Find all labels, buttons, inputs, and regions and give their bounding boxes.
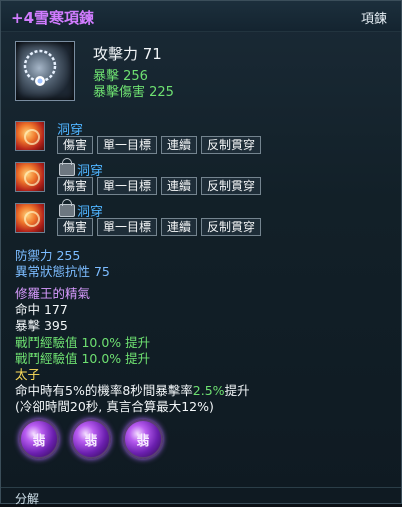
tag-damage: 傷害 xyxy=(57,218,94,236)
tag-counter-pierce: 反制貫穿 xyxy=(201,218,262,236)
socket-row-3: 洞穿 傷害 單一目標 連續 反制貫穿 xyxy=(15,199,275,237)
tag-counter-pierce: 反制貫穿 xyxy=(201,177,262,195)
tag-continuous: 連續 xyxy=(161,177,198,195)
crit-damage-stat: 暴擊傷害 225 xyxy=(93,85,174,100)
socket-tags: 傷害 單一目標 連續 反制貫穿 xyxy=(57,218,262,236)
tag-single-target: 單一目標 xyxy=(97,177,158,195)
tag-counter-pierce: 反制貫穿 xyxy=(201,136,262,154)
item-tooltip: +4雪寒項鍊 項鍊 攻擊力 71 暴擊 256 暴擊傷害 225 洞穿 傷害 單… xyxy=(0,0,402,507)
effect-suffix: 提升 xyxy=(224,383,250,398)
necklace-icon[interactable] xyxy=(15,41,75,101)
skill-icon[interactable] xyxy=(15,162,45,192)
attack-stat: 攻擊力 71 xyxy=(93,45,162,63)
skill-icon[interactable] xyxy=(15,203,45,233)
socket-tags: 傷害 單一目標 連續 反制貫穿 xyxy=(57,136,262,154)
tag-continuous: 連續 xyxy=(161,136,198,154)
gem-slots: 翡 翡 翡 xyxy=(19,419,163,459)
socket-row-2: 洞穿 傷害 單一目標 連續 反制貫穿 xyxy=(15,158,275,196)
tag-damage: 傷害 xyxy=(57,177,94,195)
tag-single-target: 單一目標 xyxy=(97,136,158,154)
item-type: 項鍊 xyxy=(360,12,387,27)
split-section: 分解 xyxy=(1,487,401,507)
effect-note: (冷卻時間20秒, 真言合算最大12%) xyxy=(15,399,214,414)
status-resist-stat: 異常狀態抗性 75 xyxy=(15,264,110,279)
tooltip-header: +4雪寒項鍊 項鍊 xyxy=(1,1,401,32)
gem-slot-2[interactable]: 翡 xyxy=(71,419,111,459)
tag-single-target: 單一目標 xyxy=(97,218,158,236)
item-title: +4雪寒項鍊 xyxy=(11,9,95,27)
socket-row-1: 洞穿 傷害 單一目標 連續 反制貫穿 xyxy=(15,119,275,155)
gem-slot-3[interactable]: 翡 xyxy=(123,419,163,459)
tag-damage: 傷害 xyxy=(57,136,94,154)
skill-icon[interactable] xyxy=(15,121,45,151)
split-label[interactable]: 分解 xyxy=(15,490,39,507)
gem-slot-1[interactable]: 翡 xyxy=(19,419,59,459)
socket-tags: 傷害 單一目標 連續 反制貫穿 xyxy=(57,177,262,195)
lock-icon xyxy=(59,199,75,217)
tag-continuous: 連續 xyxy=(161,218,198,236)
lock-icon xyxy=(59,158,75,176)
